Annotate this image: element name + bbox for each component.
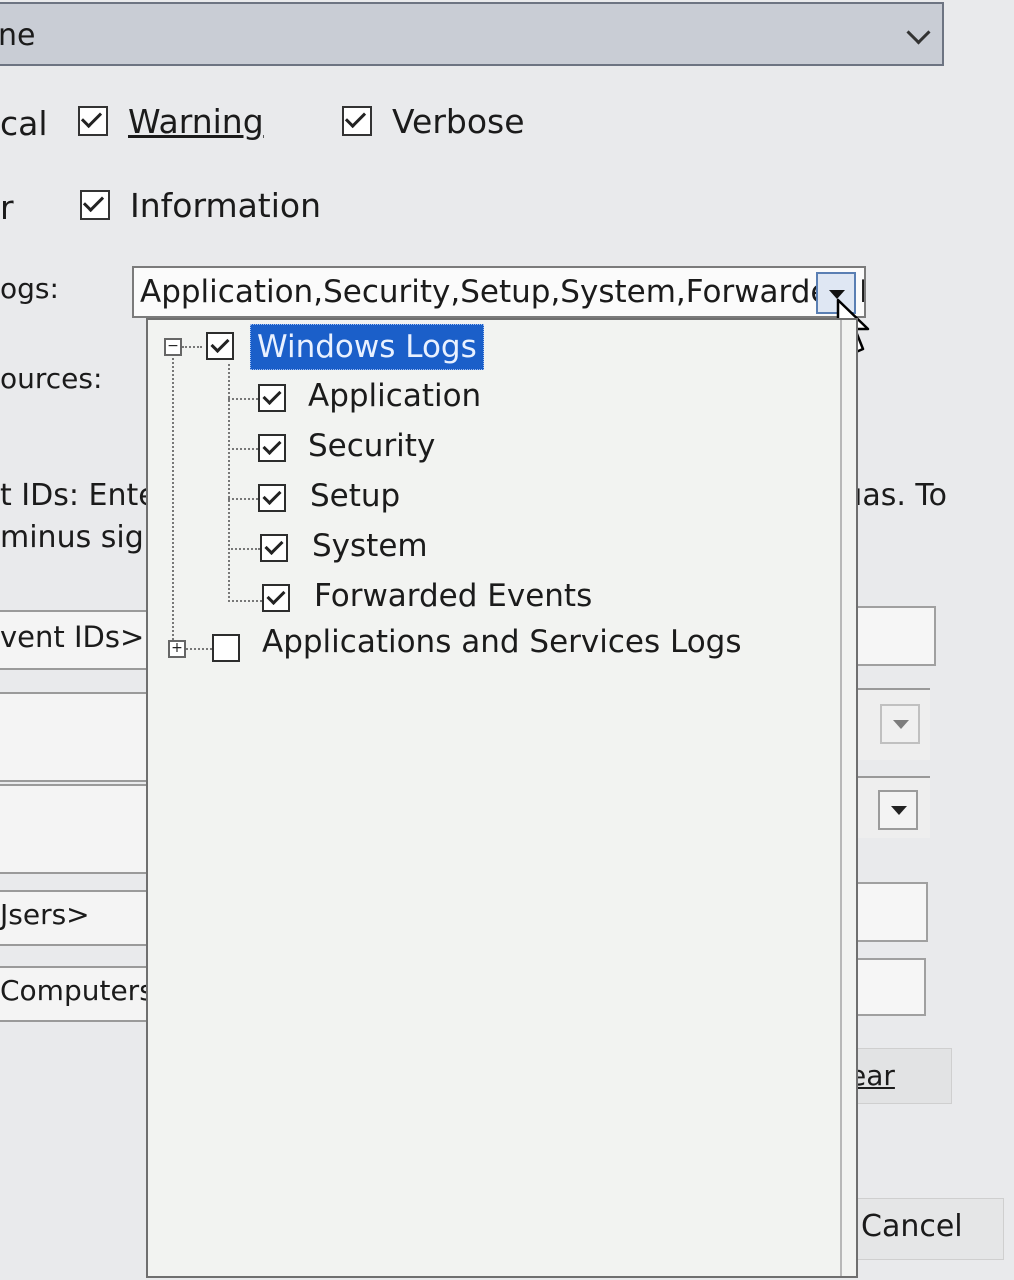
check-icon	[264, 535, 284, 556]
app-services-expander[interactable]: +	[168, 640, 186, 658]
warning-checkbox[interactable]	[78, 106, 108, 136]
task-category-dropdown-button[interactable]	[880, 704, 920, 744]
right-computers-box[interactable]	[846, 958, 926, 1016]
tree-root-line	[172, 358, 174, 648]
tree-node-windows-logs[interactable]: Windows Logs	[250, 324, 484, 370]
application-checkbox[interactable]	[258, 384, 286, 412]
check-icon	[262, 385, 282, 406]
task-category-dropdown[interactable]	[846, 688, 930, 760]
warning-label: Warning	[128, 102, 264, 141]
app-services-checkbox[interactable]	[212, 634, 240, 662]
tree-line	[182, 648, 212, 650]
event-ids-field[interactable]: vent IDs>	[0, 610, 150, 670]
app-services-label: Applications and Services Logs	[262, 624, 742, 660]
error-label: r	[0, 188, 14, 227]
forwarded-events-label: Forwarded Events	[314, 578, 593, 614]
event-sources-label: ources:	[0, 362, 103, 395]
keywords-field[interactable]	[0, 784, 150, 874]
event-ids-hint-line2: minus sigr	[0, 520, 157, 555]
log-level-select[interactable]: ne	[0, 2, 944, 66]
verbose-label: Verbose	[392, 102, 525, 141]
cancel-button-label: Cancel	[861, 1209, 963, 1244]
security-label: Security	[308, 428, 436, 464]
users-placeholder: Jsers>	[0, 898, 90, 931]
event-logs-label: ogs:	[0, 272, 59, 305]
information-checkbox[interactable]	[80, 190, 110, 220]
security-checkbox[interactable]	[258, 434, 286, 462]
clear-button[interactable]: ear	[846, 1048, 952, 1104]
chevron-down-icon[interactable]	[906, 20, 931, 45]
event-logs-popup: − Windows Logs Application Security Setu…	[146, 318, 858, 1278]
setup-label: Setup	[310, 478, 401, 514]
tree-line	[228, 448, 258, 450]
computers-field[interactable]: Computers	[0, 966, 154, 1022]
task-category-field[interactable]	[0, 692, 150, 782]
right-event-ids-box[interactable]	[846, 606, 936, 666]
keywords-dropdown[interactable]	[846, 776, 930, 838]
check-icon	[344, 106, 367, 129]
tree-line	[228, 548, 260, 550]
check-icon	[82, 190, 105, 213]
check-icon	[210, 333, 230, 354]
check-icon	[80, 106, 103, 129]
system-label: System	[312, 528, 428, 564]
chevron-down-icon	[893, 720, 909, 729]
users-field[interactable]: Jsers>	[0, 890, 152, 946]
forwarded-events-checkbox[interactable]	[262, 584, 290, 612]
windows-logs-expander[interactable]: −	[164, 338, 182, 356]
verbose-checkbox[interactable]	[342, 106, 372, 136]
check-icon	[262, 435, 282, 456]
right-users-box[interactable]	[846, 882, 928, 942]
event-logs-combo-value: Application,Security,Setup,System,Forwar…	[140, 274, 866, 310]
check-icon	[266, 585, 286, 606]
popup-right-edge	[840, 320, 842, 1276]
check-icon	[262, 485, 282, 506]
chevron-down-icon	[891, 806, 907, 815]
setup-checkbox[interactable]	[258, 484, 286, 512]
tree-line	[228, 498, 258, 500]
log-select-value: ne	[0, 18, 36, 53]
tree-line	[182, 346, 202, 348]
information-label: Information	[130, 186, 322, 225]
windows-logs-checkbox[interactable]	[206, 332, 234, 360]
windows-logs-label: Windows Logs	[257, 329, 477, 365]
tree-line	[228, 600, 262, 602]
cancel-button[interactable]: Cancel	[846, 1198, 1004, 1260]
application-label: Application	[308, 378, 482, 414]
system-checkbox[interactable]	[260, 534, 288, 562]
event-logs-combo[interactable]: Application,Security,Setup,System,Forwar…	[132, 266, 866, 318]
event-ids-placeholder: vent IDs>	[0, 620, 145, 654]
tree-line	[228, 398, 258, 400]
event-ids-hint-line1: t IDs: Ente	[0, 478, 157, 513]
critical-label: cal	[0, 104, 48, 143]
computers-placeholder: Computers	[0, 974, 154, 1007]
event-ids-hint-right: ıas. To	[854, 478, 948, 513]
keywords-dropdown-button[interactable]	[878, 790, 918, 830]
